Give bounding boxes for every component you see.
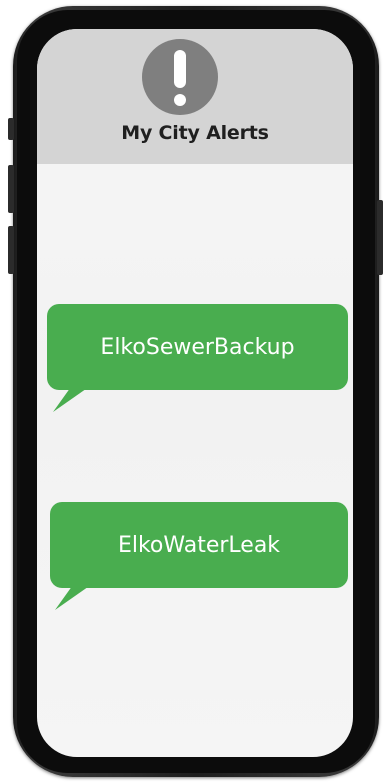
- power-button: [377, 200, 383, 275]
- speech-tail-icon: [53, 384, 93, 412]
- volume-down-button: [8, 226, 14, 274]
- alert-bubble-sewer-backup[interactable]: ElkoSewerBackup: [47, 304, 348, 390]
- phone-screen: My City Alerts ElkoSewerBackup ElkoWater…: [37, 29, 353, 757]
- app-header: My City Alerts: [37, 29, 353, 164]
- alert-bubble-water-leak[interactable]: ElkoWaterLeak: [50, 502, 348, 588]
- app-title: My City Alerts: [121, 122, 269, 144]
- canvas: My City Alerts ElkoSewerBackup ElkoWater…: [0, 0, 389, 783]
- exclamation-bar: [174, 50, 186, 88]
- speech-tail-icon: [55, 582, 95, 610]
- silent-switch: [8, 118, 14, 140]
- volume-up-button: [8, 165, 14, 213]
- exclamation-dot: [174, 94, 186, 106]
- exclamation-alert-icon: [142, 39, 218, 115]
